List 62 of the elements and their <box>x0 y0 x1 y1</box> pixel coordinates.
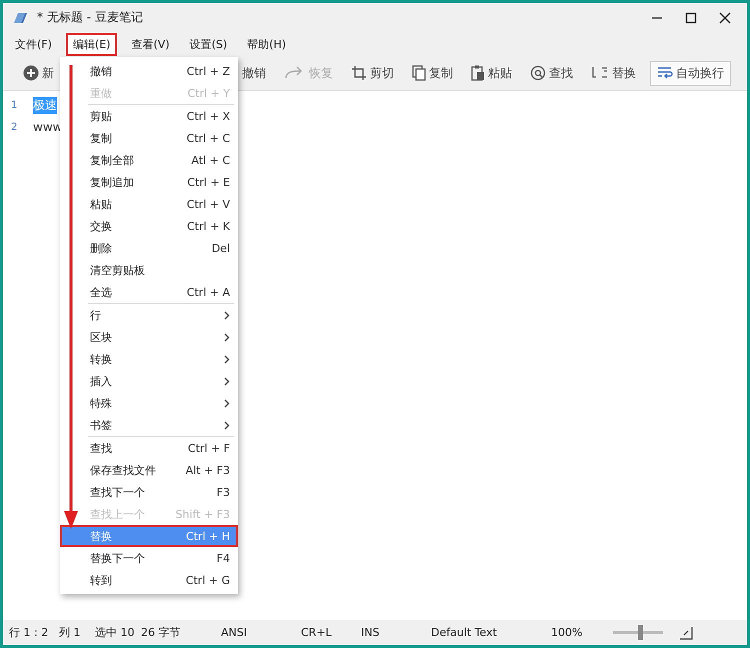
maximize-icon[interactable] <box>685 12 697 24</box>
menu-item[interactable]: 设置(S) <box>184 34 234 54</box>
status-item: Default Text <box>431 626 498 639</box>
window-title: * 无标题 - 豆麦笔记 <box>37 9 143 26</box>
toolbar-button[interactable]: 查找 <box>526 62 577 84</box>
menu-item[interactable]: 插入 <box>60 370 238 392</box>
line-number: 1 <box>10 100 18 110</box>
toolbar-button[interactable]: 新 <box>19 62 58 84</box>
menu-item[interactable]: 复制全部 Atl + C <box>60 149 238 171</box>
status-item: CR+L <box>301 626 333 639</box>
menu-item[interactable]: 编辑(E) <box>66 32 118 56</box>
menu-item[interactable]: 查找 Ctrl + F <box>60 437 238 459</box>
status-item: 行 1 : 2 <box>9 625 50 640</box>
menu-item[interactable]: 全选 Ctrl + A <box>60 281 238 303</box>
toolbar-button[interactable]: 复制 <box>408 62 457 84</box>
menu-item[interactable]: 复制追加 Ctrl + E <box>60 171 238 193</box>
close-icon[interactable] <box>719 12 731 24</box>
menu-item[interactable]: 区块 <box>60 326 238 348</box>
menu-item[interactable]: 复制 Ctrl + C <box>60 127 238 149</box>
wrap-icon <box>657 66 673 80</box>
menu-item[interactable]: 撤销 Ctrl + Z <box>60 60 238 82</box>
status-item: 选中 10 <box>95 625 136 640</box>
toolbar-button[interactable]: 粘贴 <box>467 62 516 84</box>
toolbar-button[interactable]: 自动换行 <box>650 60 731 86</box>
toolbar-button[interactable]: 撤销 <box>238 62 270 84</box>
slider-thumb[interactable] <box>638 625 643 640</box>
chevron-right-icon <box>224 398 230 408</box>
menu-item[interactable]: 查看(V) <box>125 34 176 54</box>
menu-item[interactable]: 转换 <box>60 348 238 370</box>
menu-item[interactable]: 转到 Ctrl + G <box>60 569 238 591</box>
status-item: 100% <box>551 626 584 639</box>
menu-item[interactable]: 剪贴 Ctrl + X <box>60 105 238 127</box>
menu-item[interactable]: 清空剪贴板 <box>60 259 238 281</box>
menu-item[interactable]: 行 <box>60 304 238 326</box>
status-item: 26 字节 <box>141 625 182 640</box>
menu-item[interactable]: 删除 Del <box>60 237 238 259</box>
menu-item[interactable]: 交换 Ctrl + K <box>60 215 238 237</box>
status-item: INS <box>361 626 380 639</box>
toolbar-button[interactable]: 替换 <box>587 62 640 84</box>
paste-icon <box>471 65 485 81</box>
plus-icon <box>23 65 39 81</box>
crop-icon <box>351 65 367 81</box>
status-item: 列 1 <box>59 625 82 640</box>
menu-item[interactable]: 文件(F) <box>9 34 58 54</box>
menu-item[interactable]: 书签 <box>60 414 238 436</box>
copy-icon <box>412 65 426 81</box>
menu-item[interactable]: 保存查找文件 Alt + F3 <box>60 459 238 481</box>
chevron-right-icon <box>224 354 230 364</box>
chevron-right-icon <box>224 332 230 342</box>
menu-item[interactable]: 查找下一个 F3 <box>60 481 238 503</box>
search-icon <box>530 65 546 81</box>
menu-item[interactable]: 替换下一个 F4 <box>60 547 238 569</box>
menu-item[interactable]: 特殊 <box>60 392 238 414</box>
menu-item[interactable]: 粘贴 Ctrl + V <box>60 193 238 215</box>
chevron-right-icon <box>224 376 230 386</box>
chevron-right-icon <box>224 310 230 320</box>
status-item: ANSI <box>221 626 248 639</box>
resize-grip-icon <box>679 626 693 640</box>
toolbar-button[interactable]: 剪切 <box>347 62 398 84</box>
line-number: 2 <box>10 122 18 132</box>
chevron-right-icon <box>224 420 230 430</box>
menu-item[interactable]: 帮助(H) <box>241 34 292 54</box>
